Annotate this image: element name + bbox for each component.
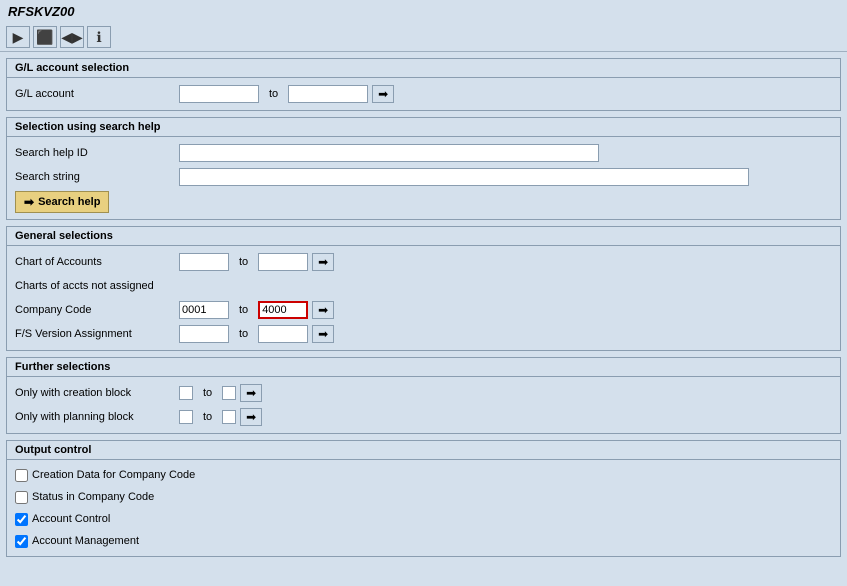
status-company-code-checkbox-row: Status in Company Code bbox=[15, 488, 832, 506]
planning-block-from-input[interactable] bbox=[179, 410, 193, 424]
app-title: RFSKVZ00 bbox=[8, 4, 74, 19]
account-control-label: Account Control bbox=[32, 513, 110, 525]
creation-data-label: Creation Data for Company Code bbox=[32, 469, 195, 481]
search-help-body: Search help ID Search string ➡ Search he… bbox=[7, 137, 840, 219]
planning-block-to-input[interactable] bbox=[222, 410, 236, 424]
search-string-row: Search string bbox=[15, 167, 832, 187]
search-string-label: Search string bbox=[15, 171, 175, 183]
creation-data-checkbox-row: Creation Data for Company Code bbox=[15, 466, 832, 484]
company-code-label: Company Code bbox=[15, 304, 175, 316]
creation-block-from-input[interactable] bbox=[179, 386, 193, 400]
account-management-label: Account Management bbox=[32, 535, 139, 547]
company-code-to-input[interactable] bbox=[258, 301, 308, 319]
company-code-arrow-button[interactable]: ➡ bbox=[312, 301, 334, 319]
gl-account-row: G/L account to ➡ bbox=[15, 84, 832, 104]
toolbar: ▶ ⬛ ◀▶ ℹ bbox=[0, 23, 847, 52]
output-control-body: Creation Data for Company Code Status in… bbox=[7, 460, 840, 556]
company-code-from-input[interactable] bbox=[179, 301, 229, 319]
creation-block-to-label: to bbox=[197, 387, 218, 399]
search-help-id-label: Search help ID bbox=[15, 147, 175, 159]
creation-block-arrow-button[interactable]: ➡ bbox=[240, 384, 262, 402]
search-help-section: Selection using search help Search help … bbox=[6, 117, 841, 220]
main-content: G/L account selection G/L account to ➡ S… bbox=[0, 52, 847, 563]
creation-block-to-input[interactable] bbox=[222, 386, 236, 400]
gl-account-arrow-button[interactable]: ➡ bbox=[372, 85, 394, 103]
fs-version-row: F/S Version Assignment to ➡ bbox=[15, 324, 832, 344]
gl-account-label: G/L account bbox=[15, 88, 175, 100]
chart-of-accounts-row: Chart of Accounts to ➡ bbox=[15, 252, 832, 272]
further-selections-header: Further selections bbox=[7, 358, 840, 377]
account-management-checkbox[interactable] bbox=[15, 535, 28, 548]
gl-account-body: G/L account to ➡ bbox=[7, 78, 840, 110]
search-help-id-row: Search help ID bbox=[15, 143, 832, 163]
info-button[interactable]: ℹ bbox=[87, 26, 111, 48]
search-help-btn-icon: ➡ bbox=[24, 195, 34, 209]
fs-version-to-label: to bbox=[233, 328, 254, 340]
further-selections-section: Further selections Only with creation bl… bbox=[6, 357, 841, 434]
company-code-row: Company Code to ➡ bbox=[15, 300, 832, 320]
planning-block-arrow-button[interactable]: ➡ bbox=[240, 408, 262, 426]
charts-not-assigned-row: Charts of accts not assigned bbox=[15, 276, 832, 296]
account-control-checkbox-row: Account Control bbox=[15, 510, 832, 528]
creation-block-row: Only with creation block to ➡ bbox=[15, 383, 832, 403]
chart-of-accounts-arrow-button[interactable]: ➡ bbox=[312, 253, 334, 271]
output-control-header: Output control bbox=[7, 441, 840, 460]
charts-not-assigned-label: Charts of accts not assigned bbox=[15, 280, 175, 292]
search-help-btn-label: Search help bbox=[38, 196, 100, 208]
creation-block-label: Only with creation block bbox=[15, 387, 175, 399]
further-selections-body: Only with creation block to ➡ Only with … bbox=[7, 377, 840, 433]
chart-of-accounts-to-input[interactable] bbox=[258, 253, 308, 271]
output-control-section: Output control Creation Data for Company… bbox=[6, 440, 841, 557]
planning-block-row: Only with planning block to ➡ bbox=[15, 407, 832, 427]
gl-account-header: G/L account selection bbox=[7, 59, 840, 78]
chart-of-accounts-label: Chart of Accounts bbox=[15, 256, 175, 268]
gl-account-section: G/L account selection G/L account to ➡ bbox=[6, 58, 841, 111]
fs-version-to-input[interactable] bbox=[258, 325, 308, 343]
search-help-button[interactable]: ➡ Search help bbox=[15, 191, 109, 213]
search-help-btn-row: ➡ Search help bbox=[15, 191, 832, 213]
planning-block-to-label: to bbox=[197, 411, 218, 423]
creation-data-checkbox[interactable] bbox=[15, 469, 28, 482]
search-help-id-input[interactable] bbox=[179, 144, 599, 162]
search-help-header: Selection using search help bbox=[7, 118, 840, 137]
gl-account-from-input[interactable] bbox=[179, 85, 259, 103]
fs-version-from-input[interactable] bbox=[179, 325, 229, 343]
fs-version-arrow-button[interactable]: ➡ bbox=[312, 325, 334, 343]
gl-account-to-label: to bbox=[263, 88, 284, 100]
title-bar: RFSKVZ00 bbox=[0, 0, 847, 23]
general-selections-header: General selections bbox=[7, 227, 840, 246]
back-button[interactable]: ◀▶ bbox=[60, 26, 84, 48]
general-selections-section: General selections Chart of Accounts to … bbox=[6, 226, 841, 351]
planning-block-label: Only with planning block bbox=[15, 411, 175, 423]
company-code-to-label: to bbox=[233, 304, 254, 316]
search-string-input[interactable] bbox=[179, 168, 749, 186]
status-company-code-checkbox[interactable] bbox=[15, 491, 28, 504]
execute-button[interactable]: ▶ bbox=[6, 26, 30, 48]
chart-of-accounts-from-input[interactable] bbox=[179, 253, 229, 271]
chart-of-accounts-to-label: to bbox=[233, 256, 254, 268]
fs-version-label: F/S Version Assignment bbox=[15, 328, 175, 340]
status-company-code-label: Status in Company Code bbox=[32, 491, 154, 503]
account-control-checkbox[interactable] bbox=[15, 513, 28, 526]
gl-account-to-input[interactable] bbox=[288, 85, 368, 103]
general-selections-body: Chart of Accounts to ➡ Charts of accts n… bbox=[7, 246, 840, 350]
save-button[interactable]: ⬛ bbox=[33, 26, 57, 48]
account-management-checkbox-row: Account Management bbox=[15, 532, 832, 550]
